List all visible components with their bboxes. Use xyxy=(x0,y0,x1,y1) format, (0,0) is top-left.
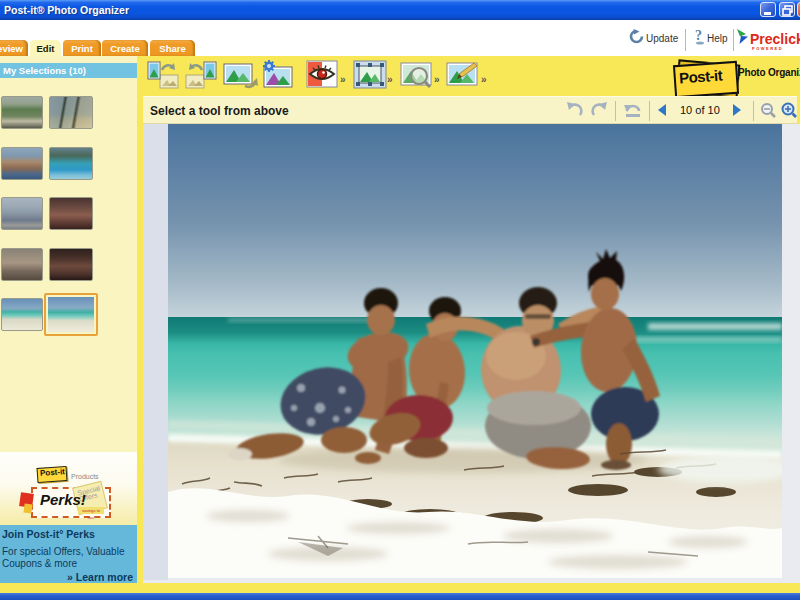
svg-text:?: ? xyxy=(695,28,702,43)
